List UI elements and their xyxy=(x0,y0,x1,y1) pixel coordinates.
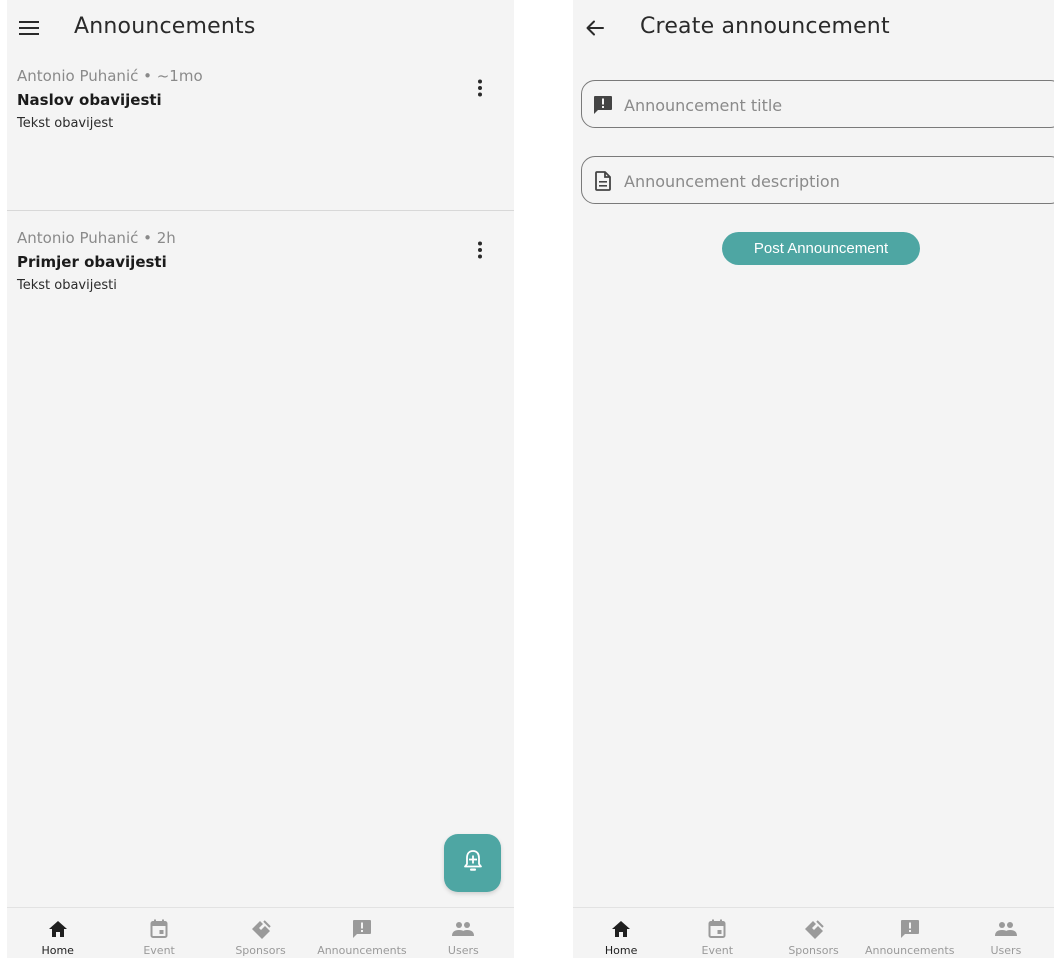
nav-item-event[interactable]: Event xyxy=(108,908,209,958)
announcement-meta: Antonio Puhanić • ~1mo xyxy=(17,67,203,85)
handshake-icon xyxy=(802,918,826,940)
announcement-title-input[interactable] xyxy=(622,81,1043,129)
nav-label: Event xyxy=(701,944,734,957)
nav-label: Home xyxy=(41,944,74,957)
page-title: Announcements xyxy=(74,14,256,39)
nav-label: Announcements xyxy=(317,944,407,957)
add-notification-bell-icon xyxy=(462,849,484,877)
announcement-icon xyxy=(350,918,374,940)
announcements-screen: Announcements Antonio Puhanić • ~1mo Nas… xyxy=(7,0,514,958)
nav-label: Users xyxy=(990,944,1022,957)
create-announcement-screen: Create announcement Post Announcement Ho… xyxy=(573,0,1054,958)
announcement-description-input[interactable] xyxy=(622,157,1043,205)
document-icon xyxy=(591,169,615,193)
page-title: Create announcement xyxy=(640,14,890,39)
calendar-icon xyxy=(147,918,171,940)
nav-label: Sponsors xyxy=(235,944,286,957)
add-announcement-fab[interactable] xyxy=(444,834,501,892)
announcement-meta: Antonio Puhanić • 2h xyxy=(17,229,176,247)
announcement-title-field xyxy=(581,80,1054,129)
hamburger-menu-icon[interactable] xyxy=(17,16,41,40)
home-icon xyxy=(609,918,633,940)
users-icon xyxy=(451,918,475,940)
app-bar: Create announcement xyxy=(573,0,1054,56)
nav-label: Event xyxy=(143,944,175,957)
nav-label: Home xyxy=(604,944,638,957)
announcement-title: Primjer obavijesti xyxy=(17,253,167,271)
nav-label: Users xyxy=(447,944,479,957)
announcement-item[interactable]: Antonio Puhanić • 2h Primjer obavijesti … xyxy=(7,226,514,326)
nav-item-home[interactable]: Home xyxy=(7,908,108,958)
more-vert-icon[interactable] xyxy=(468,76,492,100)
nav-item-announcements[interactable]: Announcements xyxy=(311,908,412,958)
more-vert-icon[interactable] xyxy=(468,238,492,262)
nav-item-event[interactable]: Event xyxy=(669,908,765,958)
app-bar: Announcements xyxy=(7,0,514,56)
post-announcement-button[interactable]: Post Announcement xyxy=(722,232,920,265)
nav-label: Sponsors xyxy=(788,944,839,957)
announcement-body: Tekst obavijesti xyxy=(17,278,117,293)
announcement-description-field xyxy=(581,156,1054,205)
announcement-icon xyxy=(898,918,922,940)
announcement-item[interactable]: Antonio Puhanić • ~1mo Naslov obavijesti… xyxy=(7,64,514,211)
announcement-icon xyxy=(591,93,615,117)
announcement-body: Tekst obavijest xyxy=(17,116,114,131)
arrow-back-icon[interactable] xyxy=(583,16,607,40)
bottom-navigation: Home Event Sponsors Announcements Users xyxy=(7,907,514,958)
nav-item-home[interactable]: Home xyxy=(573,908,669,958)
nav-item-sponsors[interactable]: Sponsors xyxy=(210,908,311,958)
home-icon xyxy=(46,918,70,940)
nav-label: Announcements xyxy=(864,944,955,957)
calendar-icon xyxy=(705,918,729,940)
nav-item-users[interactable]: Users xyxy=(413,908,514,958)
bottom-navigation: Home Event Sponsors Announcements Users xyxy=(573,907,1054,958)
users-icon xyxy=(994,918,1018,940)
nav-item-sponsors[interactable]: Sponsors xyxy=(765,908,861,958)
nav-item-users[interactable]: Users xyxy=(958,908,1054,958)
nav-item-announcements[interactable]: Announcements xyxy=(862,908,958,958)
handshake-icon xyxy=(249,918,273,940)
announcement-title: Naslov obavijesti xyxy=(17,91,162,109)
